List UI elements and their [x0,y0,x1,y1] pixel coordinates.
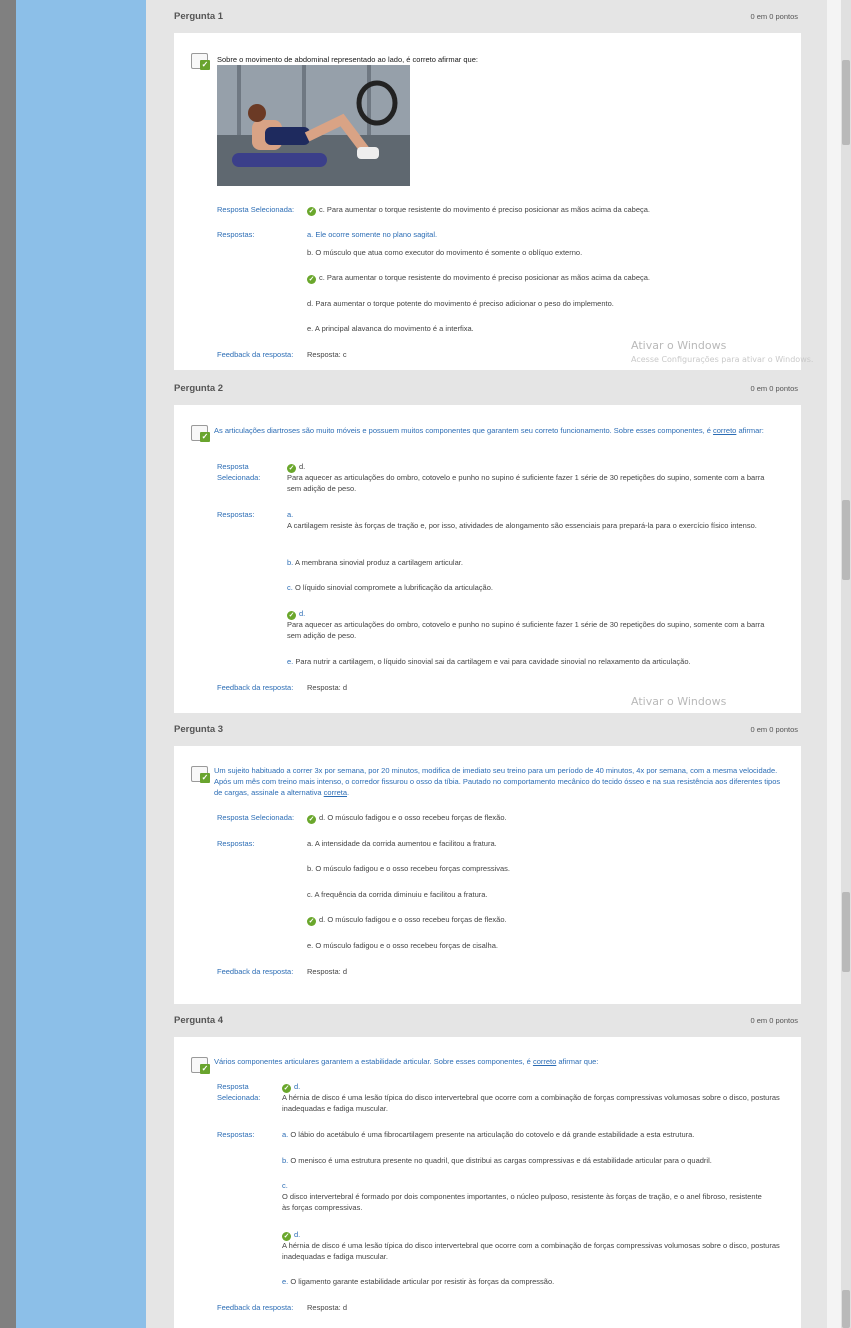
question-text: As articulações diartroses são muito móv… [214,426,764,435]
windows-activation-watermark: Ativar o Windows [631,339,727,352]
answer-option-b: b. A membrana sinovial produz a cartilag… [287,558,463,567]
answer-option-d: A hérnia de disco é uma lesão típica do … [282,1241,780,1261]
answer-option-b: b. O músculo fadigou e o osso recebeu fo… [307,864,511,873]
selected-answer-label: Resposta [217,1082,249,1091]
check-icon: ✓ [200,1064,210,1074]
answer-option-a: a. O lábio do acetábulo é uma fibrocarti… [282,1130,695,1139]
question-status-icon: ✓ [191,1057,211,1075]
answer-option-e: e. A principal alavanca do movimento é a… [307,324,474,333]
answer-option-d: d. Para aumentar o torque potente do mov… [307,299,614,308]
question-1-header: Pergunta 1 0 em 0 pontos [174,11,798,25]
question-1-card: ✓ Sobre o movimento de abdominal represe… [174,33,801,370]
check-icon: ✓ [200,773,210,783]
exercise-photo [217,65,410,186]
answers-label: Respostas: [217,839,255,848]
question-title: Pergunta 4 [174,1015,224,1026]
question-4-header: Pergunta 4 0 em 0 pontos [174,1015,798,1029]
check-icon: ✓ [307,207,316,216]
feedback-label: Feedback da resposta: [217,967,294,976]
selected-answer: A hérnia de disco é uma lesão típica do … [282,1093,780,1113]
selected-answer-label: Resposta Selecionada: [217,205,295,214]
scrollbar-thumb-middle[interactable] [842,500,850,580]
answer-option-a: a. A intensidade da corrida aumentou e f… [307,839,497,848]
answer-option-e: e. Para nutrir a cartilagem, o líquido s… [287,657,691,666]
answer-option-a: a. Ele ocorre somente no plano sagital. [307,230,438,239]
selected-answer-label-2: Selecionada: [217,473,261,482]
selected-answer-label: Resposta [217,462,249,471]
test-review-content: Pergunta 1 0 em 0 pontos ✓ Sobre o movim… [146,0,827,1328]
question-text: Vários componentes articulares garantem … [214,1057,599,1066]
feedback-text: Resposta: d [307,967,348,976]
feedback-label: Feedback da resposta: [217,350,294,359]
answers-label: Respostas: [217,1130,255,1139]
question-status-icon: ✓ [191,766,211,784]
check-icon: ✓ [307,917,316,926]
check-icon: ✓ [200,432,210,442]
left-gutter [0,0,16,1328]
question-text: Sobre o movimento de abdominal represent… [217,55,478,64]
feedback-text: Resposta: c [307,350,347,359]
scrollbar-thumb-lower[interactable] [842,892,850,972]
selected-answer: Para aquecer as articulações do ombro, c… [287,473,765,493]
question-4-card: ✓ Vários componentes articulares garante… [174,1037,801,1328]
course-sidebar [16,0,146,1328]
answer-option-c: c. A frequência da corrida diminuiu e fa… [307,890,488,899]
answer-option-d: ✓ d. O músculo fadigou e o osso recebeu f… [307,915,507,926]
feedback-text: Resposta: d [307,683,348,692]
page-scrollbar[interactable] [827,0,851,1328]
answer-option-e: e. O ligamento garante estabilidade arti… [282,1277,555,1286]
feedback-label: Feedback da resposta: [217,683,294,692]
question-points: 0 em 0 pontos [750,384,798,393]
answer-option-c: O disco intervertebral é formado por doi… [282,1192,762,1212]
answer-option-b: b. O menisco é uma estrutura presente no… [282,1156,712,1165]
answer-option-c: ✓ c. Para aumentar o torque resistente do… [307,273,651,284]
answer-option-e: e. O músculo fadigou e o osso recebeu fo… [307,941,498,950]
answers-label: Respostas: [217,230,255,239]
answer-option-a: A cartilagem resiste às forças de tração… [287,521,757,530]
answer-option-c-letter: c. [282,1181,288,1190]
check-icon: ✓ [200,60,210,70]
scrollbar-thumb-bottom[interactable] [842,1290,850,1328]
question-title: Pergunta 3 [174,724,224,735]
selected-answer-label-2: Selecionada: [217,1093,261,1102]
question-title: Pergunta 1 [174,11,224,22]
question-3-header: Pergunta 3 0 em 0 pontos [174,724,798,738]
question-text: Um sujeito habituado a correr 3x por sem… [214,766,781,797]
answer-option-b: b. O músculo que atua como executor do m… [307,248,583,257]
answer-option-d: Para aquecer as articulações do ombro, c… [287,620,765,640]
question-2-header: Pergunta 2 0 em 0 pontos [174,383,798,397]
question-2-card: ✓ As articulações diartroses são muito m… [174,405,801,713]
question-points: 0 em 0 pontos [750,1016,798,1025]
question-title: Pergunta 2 [174,383,224,394]
question-points: 0 em 0 pontos [750,725,798,734]
windows-activation-subtitle: Acesse Configurações para ativar o Windo… [631,355,814,364]
check-icon: ✓ [307,275,316,284]
selected-answer: ✓ d. O músculo fadigou e o osso recebeu f… [307,813,507,824]
check-icon: ✓ [307,815,316,824]
scrollbar-thumb-top[interactable] [842,60,850,145]
scrollbar-track[interactable] [841,0,851,1328]
windows-activation-watermark-2: Ativar o Windows [631,695,727,708]
question-status-icon: ✓ [191,425,211,443]
question-3-card: ✓ Um sujeito habituado a correr 3x por s… [174,746,801,1004]
feedback-label: Feedback da resposta: [217,1303,294,1312]
answers-label: Respostas: [217,510,255,519]
feedback-text: Resposta: d [307,1303,348,1312]
question-status-icon: ✓ [191,53,211,71]
question-points: 0 em 0 pontos [750,12,798,21]
selected-answer: ✓ c. Para aumentar o torque resistente do… [307,205,651,216]
answer-option-a-letter: a. [287,510,294,519]
answer-option-c: c. O líquido sinovial compromete a lubri… [287,583,493,592]
selected-answer-label: Resposta Selecionada: [217,813,295,822]
